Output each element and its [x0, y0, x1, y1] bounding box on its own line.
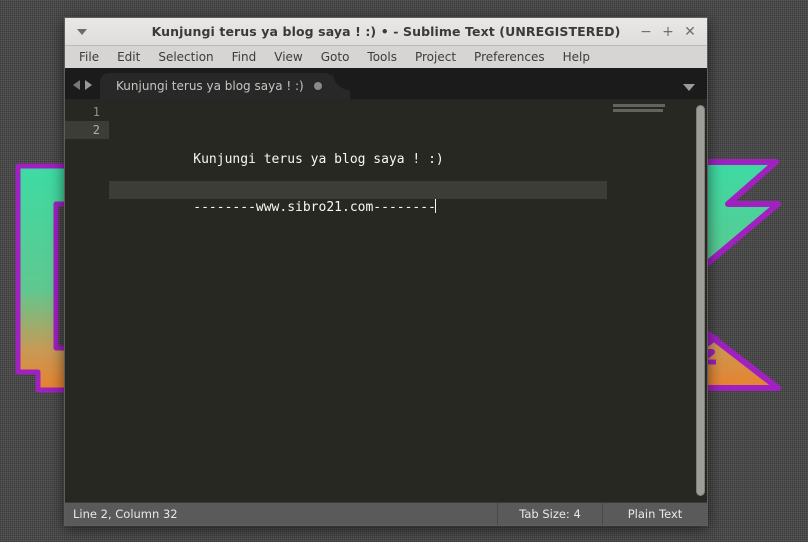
window-titlebar: Kunjungi terus ya blog saya ! :) • - Sub…: [65, 18, 707, 46]
menubar: File Edit Selection Find View Goto Tools…: [65, 46, 707, 69]
tab-navigation: [65, 80, 100, 99]
text-caret: [434, 199, 436, 213]
tabbar: Kunjungi terus ya blog saya ! :): [65, 69, 707, 99]
menu-item-view[interactable]: View: [265, 48, 311, 66]
tab-list-dropdown-button[interactable]: [683, 84, 707, 99]
close-button[interactable]: ✕: [679, 21, 701, 43]
window-title: Kunjungi terus ya blog saya ! :) • - Sub…: [151, 24, 621, 39]
chevron-down-icon: [683, 84, 695, 91]
triangle-right-icon[interactable]: [85, 80, 92, 90]
minimize-button[interactable]: −: [635, 21, 657, 43]
desktop: Kunjungi terus ya blog saya ! :) • - Sub…: [0, 0, 808, 542]
tab-size-status[interactable]: Tab Size: 4: [497, 503, 602, 525]
window-controls: − + ✕: [635, 21, 707, 43]
sublime-text-window: Kunjungi terus ya blog saya ! :) • - Sub…: [64, 17, 708, 526]
unsaved-dot-icon[interactable]: [313, 82, 322, 90]
statusbar: Line 2, Column 32 Tab Size: 4 Plain Text: [65, 502, 707, 525]
tab-kunjungi-terus-ya-blog-saya[interactable]: Kunjungi terus ya blog saya ! :): [100, 73, 350, 99]
code-line-text: --------www.sibro21.com--------: [193, 200, 436, 215]
menu-item-file[interactable]: File: [70, 48, 108, 66]
minimap-line: [613, 109, 663, 112]
cursor-position-status: Line 2, Column 32: [73, 507, 178, 521]
menu-item-project[interactable]: Project: [406, 48, 465, 66]
menu-item-help[interactable]: Help: [554, 48, 599, 66]
menu-item-edit[interactable]: Edit: [108, 48, 149, 66]
code-line-text: Kunjungi terus ya blog saya ! :): [193, 152, 444, 167]
line-number-gutter: 1 2: [65, 99, 109, 502]
menu-item-goto[interactable]: Goto: [312, 48, 359, 66]
line-number: 1: [92, 105, 100, 119]
chevron-down-icon: [77, 28, 87, 35]
line-number: 2: [65, 121, 109, 139]
menu-item-tools[interactable]: Tools: [358, 48, 406, 66]
syntax-mode-status[interactable]: Plain Text: [602, 503, 707, 525]
editor-vertical-scrollbar[interactable]: [693, 99, 707, 502]
menu-item-find[interactable]: Find: [223, 48, 266, 66]
window-menu-button[interactable]: [65, 19, 99, 45]
maximize-button[interactable]: +: [657, 21, 679, 43]
tab-label: Kunjungi terus ya blog saya ! :): [116, 79, 304, 93]
scrollbar-thumb[interactable]: [695, 105, 705, 496]
minimap[interactable]: [607, 99, 693, 502]
menu-item-preferences[interactable]: Preferences: [465, 48, 554, 66]
menu-item-selection[interactable]: Selection: [149, 48, 222, 66]
editor-area[interactable]: 1 2 Kunjungi terus ya blog saya ! :) ---…: [65, 99, 707, 502]
minimap-line: [613, 104, 665, 107]
triangle-left-icon[interactable]: [73, 80, 80, 90]
